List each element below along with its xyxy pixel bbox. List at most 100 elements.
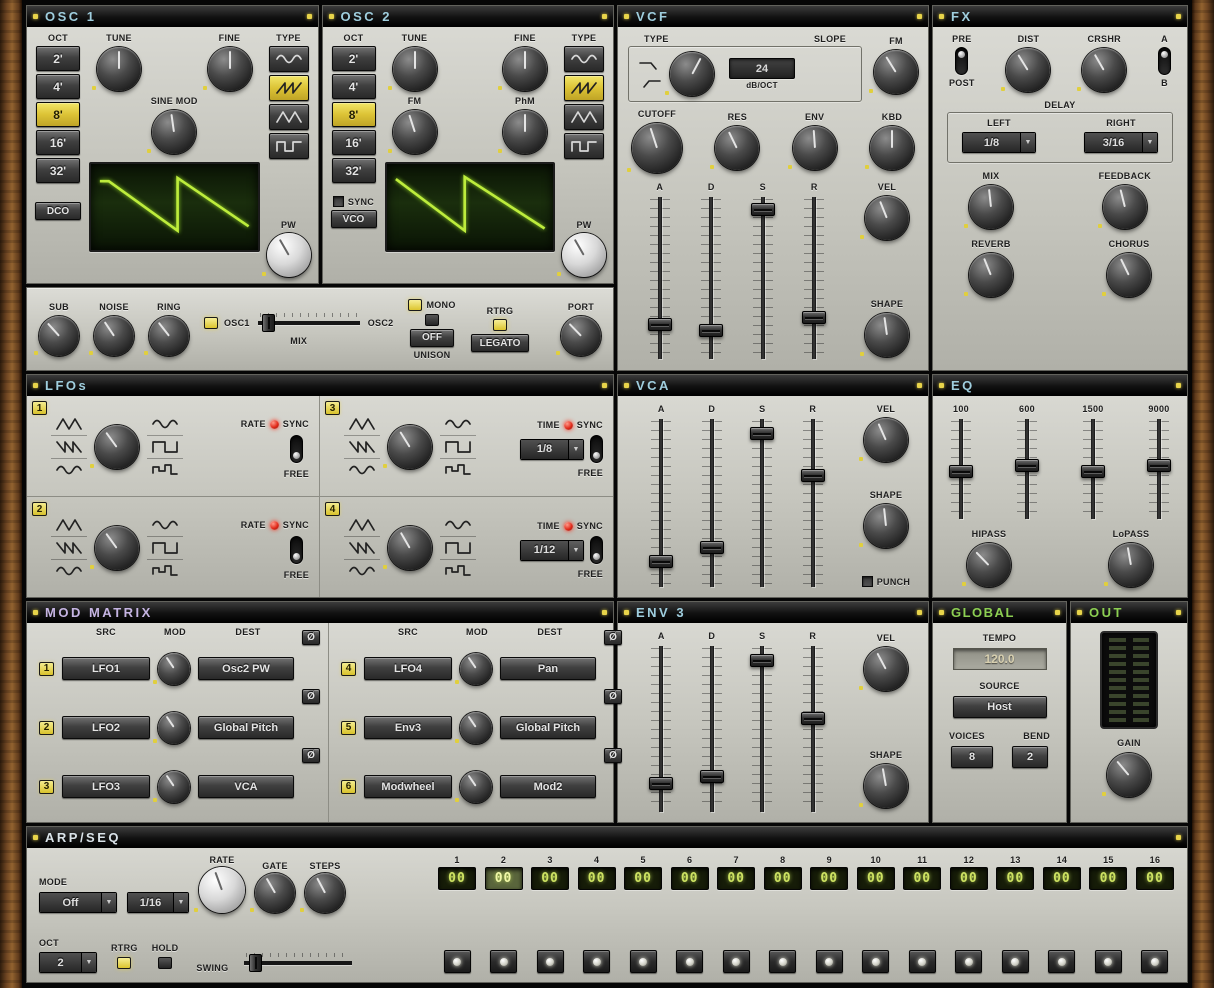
lfo4-free-toggle[interactable] — [590, 536, 603, 564]
delay-right-dropdown[interactable]: 3/16 ▼ — [1084, 132, 1158, 153]
arp-step-display[interactable]: 00 — [1136, 867, 1174, 890]
vca-decay-slider[interactable] — [700, 417, 724, 589]
mod-slot-5-src-button[interactable]: Env3 — [364, 716, 452, 739]
arp-step-button[interactable] — [909, 950, 936, 973]
tempo-source-button[interactable]: Host — [953, 696, 1047, 718]
arp-step-display[interactable]: 00 — [950, 867, 988, 890]
vca-shape-knob[interactable] — [864, 504, 908, 548]
mod-slot-1-zero-button[interactable]: Ø — [302, 630, 320, 645]
lfo3-time-dropdown[interactable]: 1/8 ▼ — [520, 439, 584, 460]
mod-slot-2-src-button[interactable]: LFO2 — [62, 716, 150, 739]
mod-slot-2-dest-button[interactable]: Global Pitch — [198, 716, 294, 739]
delay-feedback-knob[interactable] — [1103, 185, 1147, 229]
osc1-tune-knob[interactable] — [97, 47, 141, 91]
rtrg-led-button[interactable] — [493, 319, 507, 331]
crusher-amount-knob[interactable] — [1082, 48, 1126, 92]
arp-oct-dropdown[interactable]: 2 ▼ — [39, 952, 97, 973]
arp-step-button[interactable] — [1002, 950, 1029, 973]
osc2-oct-8-button[interactable]: 8' — [332, 102, 376, 127]
arp-step-button[interactable] — [676, 950, 703, 973]
chevron-down-icon[interactable]: ▼ — [173, 893, 188, 912]
osc1-oct-8-button[interactable]: 8' — [36, 102, 80, 127]
osc2-oct-16-button[interactable]: 16' — [332, 130, 376, 155]
arp-step-button[interactable] — [490, 950, 517, 973]
swing-slider[interactable] — [242, 953, 354, 973]
osc2-type-sine-button[interactable] — [564, 46, 604, 72]
legato-button[interactable]: LEGATO — [471, 334, 530, 352]
mod-slot-5-amount-knob[interactable] — [460, 712, 492, 744]
mono-led-button[interactable] — [408, 299, 422, 311]
reverb-knob[interactable] — [969, 253, 1013, 297]
osc2-fine-knob[interactable] — [503, 47, 547, 91]
arp-rate-dropdown[interactable]: 1/16 ▼ — [127, 892, 189, 913]
eq-1500-slider[interactable] — [1081, 417, 1105, 521]
osc1-type-sine-button[interactable] — [269, 46, 309, 72]
arp-step-button[interactable] — [630, 950, 657, 973]
arp-step-display[interactable]: 00 — [903, 867, 941, 890]
env3-shape-knob[interactable] — [864, 764, 908, 808]
delay-mix-knob[interactable] — [969, 185, 1013, 229]
mod-slot-6-amount-knob[interactable] — [460, 771, 492, 803]
mod-slot-1-dest-button[interactable]: Osc2 PW — [198, 657, 294, 680]
osc1-sinemod-knob[interactable] — [152, 110, 196, 154]
mod-slot-2-zero-button[interactable]: Ø — [302, 689, 320, 704]
unison-off-button[interactable]: OFF — [410, 329, 454, 347]
osc2-pw-knob[interactable] — [562, 233, 606, 277]
osc1-type-pulse-button[interactable] — [269, 133, 309, 159]
env3-decay-slider[interactable] — [700, 644, 724, 814]
env3-sustain-slider[interactable] — [750, 644, 774, 814]
osc1-type-saw-button[interactable] — [269, 75, 309, 101]
mod-slot-1-amount-knob[interactable] — [158, 653, 190, 685]
kbd-track-knob[interactable] — [870, 126, 914, 170]
osc2-sync-checkbox[interactable] — [333, 196, 344, 207]
osc1-pw-knob[interactable] — [267, 233, 311, 277]
lfo4-time-dropdown[interactable]: 1/12 ▼ — [520, 540, 584, 561]
ring-level-knob[interactable] — [149, 316, 189, 356]
osc1-oct-16-button[interactable]: 16' — [36, 130, 80, 155]
arp-step-display[interactable]: 00 — [810, 867, 848, 890]
mod-slot-3-src-button[interactable]: LFO3 — [62, 775, 150, 798]
noise-level-knob[interactable] — [94, 316, 134, 356]
arp-step-button[interactable] — [1048, 950, 1075, 973]
chevron-down-icon[interactable]: ▼ — [81, 953, 96, 972]
arp-hold-button[interactable] — [158, 957, 172, 969]
sub-level-knob[interactable] — [39, 316, 79, 356]
lfo2-rate-knob[interactable] — [95, 526, 139, 570]
lfo3-rate-knob[interactable] — [388, 425, 432, 469]
bend-value-button[interactable]: 2 — [1012, 746, 1048, 768]
vca-vel-knob[interactable] — [864, 418, 908, 462]
mod-slot-2-amount-knob[interactable] — [158, 712, 190, 744]
arp-step-button[interactable] — [583, 950, 610, 973]
lfo2-free-toggle[interactable] — [290, 536, 303, 564]
osc2-tune-knob[interactable] — [393, 47, 437, 91]
slope-selector-display[interactable]: 24 — [729, 58, 795, 79]
arp-step-display[interactable]: 00 — [485, 867, 523, 890]
vca-release-slider[interactable] — [801, 417, 825, 589]
lfo1-rate-knob[interactable] — [95, 425, 139, 469]
arp-rate-knob[interactable] — [199, 867, 245, 913]
lfo3-free-toggle[interactable] — [590, 435, 603, 463]
osc1-dco-button[interactable]: DCO — [35, 202, 81, 220]
lfo1-free-toggle[interactable] — [290, 435, 303, 463]
chevron-down-icon[interactable]: ▼ — [1020, 133, 1035, 152]
eq-100-slider[interactable] — [949, 417, 973, 521]
arp-gate-knob[interactable] — [255, 873, 295, 913]
arp-step-button[interactable] — [1095, 950, 1122, 973]
osc2-oct-2-button[interactable]: 2' — [332, 46, 376, 71]
eq-9000-slider[interactable] — [1147, 417, 1171, 521]
crusher-ab-toggle[interactable] — [1158, 47, 1171, 75]
dist-pre-post-toggle[interactable] — [955, 47, 968, 75]
osc1-fine-knob[interactable] — [208, 47, 252, 91]
osc2-vco-button[interactable]: VCO — [331, 210, 377, 228]
mod-slot-6-dest-button[interactable]: Mod2 — [500, 775, 596, 798]
arp-step-button[interactable] — [955, 950, 982, 973]
chevron-down-icon[interactable]: ▼ — [568, 440, 583, 459]
env3-vel-knob[interactable] — [864, 647, 908, 691]
chevron-down-icon[interactable]: ▼ — [568, 541, 583, 560]
osc1-oct-4-button[interactable]: 4' — [36, 74, 80, 99]
filter-type-knob[interactable] — [670, 52, 714, 96]
arp-step-display[interactable]: 00 — [531, 867, 569, 890]
vcf-attack-slider[interactable] — [648, 195, 672, 361]
osc2-fm-knob[interactable] — [393, 110, 437, 154]
gain-knob[interactable] — [1107, 753, 1151, 797]
